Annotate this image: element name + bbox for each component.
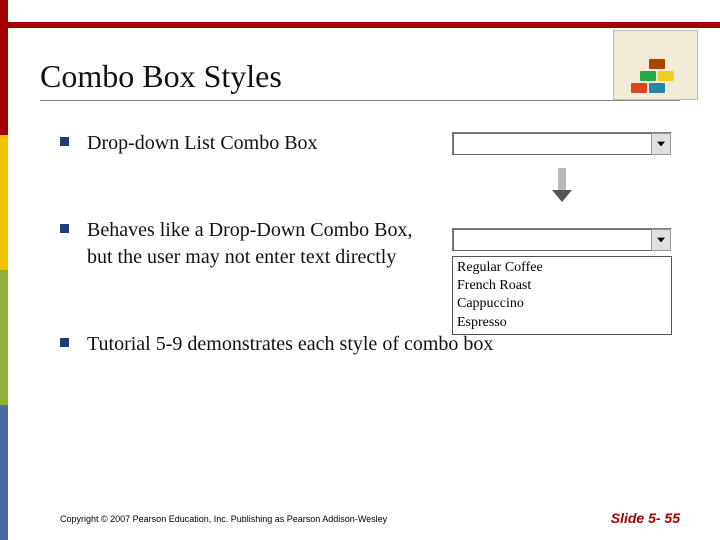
combo-collapsed-demo	[452, 132, 672, 202]
bullet-icon	[60, 224, 69, 233]
title-underline	[40, 100, 680, 101]
chevron-down-icon	[657, 237, 665, 243]
chevron-down-icon	[657, 141, 665, 147]
combo-field	[453, 133, 651, 155]
bullet-icon	[60, 338, 69, 347]
book-logo	[613, 30, 698, 100]
combo-option[interactable]: Regular Coffee	[457, 259, 667, 277]
arrow-down-icon	[555, 168, 569, 202]
slide-number: Slide 5- 55	[611, 510, 680, 526]
slide-title: Combo Box Styles	[40, 58, 282, 95]
bullet-icon	[60, 137, 69, 146]
bullet-text: Behaves like a Drop-Down Combo Box, but …	[87, 217, 417, 271]
bullet-text: Drop-down List Combo Box	[87, 130, 318, 157]
dropdown-button[interactable]	[651, 133, 671, 155]
combo-option[interactable]: Espresso	[457, 314, 667, 332]
copyright-text: Copyright © 2007 Pearson Education, Inc.…	[60, 514, 387, 524]
dropdown-button[interactable]	[651, 229, 671, 251]
combo-expanded-demo: Regular Coffee French Roast Cappuccino E…	[452, 228, 672, 335]
bullet-text: Tutorial 5-9 demonstrates each style of …	[87, 331, 493, 358]
combo-option[interactable]: French Roast	[457, 277, 667, 295]
combo-box[interactable]	[452, 132, 672, 156]
combo-field	[453, 229, 651, 251]
combo-list[interactable]: Regular Coffee French Roast Cappuccino E…	[452, 256, 672, 335]
combo-option[interactable]: Cappuccino	[457, 295, 667, 313]
color-sidebar	[0, 0, 8, 540]
top-accent-bar	[0, 22, 720, 28]
combo-box[interactable]	[452, 228, 672, 252]
